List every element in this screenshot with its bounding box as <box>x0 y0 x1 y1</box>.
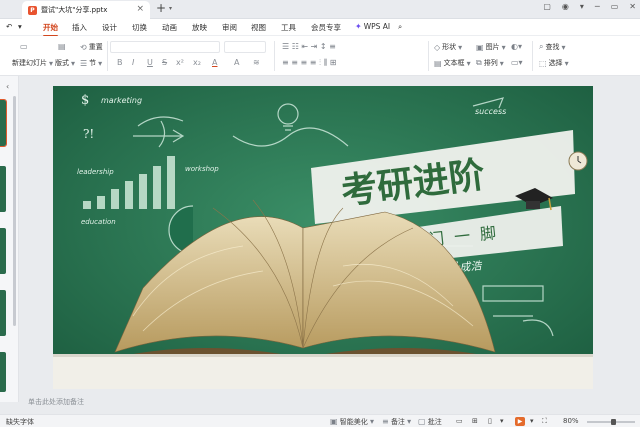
tab-animation[interactable]: 动画 <box>162 22 177 33</box>
new-slide-button[interactable]: 新建幻灯片 ▾ <box>12 58 53 68</box>
superscript-button[interactable]: x² <box>176 58 184 67</box>
comments-button[interactable]: ▢ 批注 <box>418 417 442 427</box>
chalk-word: success <box>475 107 506 116</box>
font-family-select[interactable] <box>110 41 220 53</box>
new-tab-button[interactable]: + <box>156 1 166 15</box>
collapse-panel-icon[interactable]: ‹ <box>6 82 9 91</box>
divider <box>107 41 108 71</box>
tab-slideshow[interactable]: 放映 <box>192 22 207 33</box>
chalk-word: education <box>81 218 116 226</box>
slide-thumbnail[interactable] <box>0 166 6 212</box>
fit-window-icon[interactable]: ⛶ <box>542 417 547 426</box>
document-tab[interactable]: P 暨试"大坑"分享.pptx × <box>22 1 150 19</box>
tab-tools[interactable]: 工具 <box>281 22 296 33</box>
fill-icon[interactable]: ◐▾ <box>511 42 522 51</box>
slide-artwork: $ ?! marketing leadership workshop educa… <box>53 86 593 389</box>
chevron-down-icon[interactable]: ▾ <box>18 22 22 31</box>
minimize-button[interactable]: ─ <box>595 2 600 11</box>
reading-view-icon[interactable]: ▯ <box>488 417 492 425</box>
tab-member[interactable]: 会员专享 <box>311 22 341 33</box>
notes-placeholder[interactable]: 单击此处添加备注 <box>28 397 84 407</box>
bullet-list-icon[interactable]: ☰ ☷ ⇤ ⇥ ↕ ≡ <box>282 42 336 51</box>
ai-sparkle-icon: ✦ <box>355 22 362 31</box>
maximize-button[interactable]: ▭ <box>611 2 619 11</box>
new-slide-icon[interactable]: ▭ <box>20 42 28 51</box>
slide-thumbnail[interactable] <box>0 290 6 336</box>
slide-thumbnail[interactable] <box>0 228 6 274</box>
slide-sorter-icon[interactable]: ⊞ <box>472 417 478 425</box>
chalk-word: leadership <box>77 168 114 176</box>
notes-toggle-button[interactable]: ≡ 备注 ▾ <box>382 417 411 427</box>
font-size-select[interactable] <box>224 41 266 53</box>
close-window-button[interactable]: ✕ <box>629 2 636 11</box>
slide-thumbnail-panel: ‹ <box>0 76 19 402</box>
chevron-down-icon[interactable]: ▾ <box>530 417 534 425</box>
image-button[interactable]: ▣ 图片 ▾ <box>476 42 506 52</box>
divider <box>428 41 429 71</box>
layout-icon[interactable]: ▤ <box>58 42 66 51</box>
presentation-file-icon: P <box>28 5 37 15</box>
smart-beautify-button[interactable]: ▣ 智能美化 ▾ <box>330 417 374 427</box>
svg-text:?!: ?! <box>83 127 94 141</box>
window-controls: ▢ ◉ ▾ ─ ▭ ✕ <box>543 2 636 11</box>
bold-button[interactable]: B <box>117 58 123 67</box>
subscript-button[interactable]: x₂ <box>193 58 201 67</box>
normal-view-icon[interactable]: ▭ <box>456 417 463 425</box>
section-button[interactable]: ☰ 节 ▾ <box>80 58 102 68</box>
thumbnail-scrollbar[interactable] <box>13 96 16 326</box>
divider <box>532 41 533 71</box>
chalk-word: workshop <box>185 165 219 173</box>
search-icon[interactable]: ⌕ <box>398 22 402 32</box>
zoom-level[interactable]: 80% <box>563 417 579 425</box>
undo-icon[interactable]: ↶ <box>6 22 12 31</box>
chevron-down-icon[interactable]: ▾ <box>169 5 172 12</box>
slide-canvas[interactable]: $ ?! marketing leadership workshop educa… <box>53 86 593 389</box>
tab-transition[interactable]: 切换 <box>132 22 147 33</box>
align-icons[interactable]: ≡ ≡ ≡ ≡ ⫶ ⫼ ⊞ <box>282 58 336 68</box>
find-button[interactable]: ⌕ 查找 ▾ <box>539 42 566 52</box>
clock-icon <box>568 151 588 171</box>
reset-button[interactable]: ⟲ 重置 <box>80 42 103 52</box>
play-slideshow-button[interactable]: ▶ <box>515 417 525 426</box>
tab-home[interactable]: 开始 <box>43 22 58 37</box>
slide-thumbnail[interactable] <box>0 99 7 147</box>
chevron-down-icon[interactable]: ▾ <box>580 2 584 11</box>
ribbon-toolbar: ▭ 新建幻灯片 ▾ ▤ 版式 ▾ ⟲ 重置 ☰ 节 ▾ B I U S x² x₂ A A… <box>0 36 640 76</box>
slide-thumbnail[interactable] <box>0 352 6 392</box>
chalk-word: marketing <box>101 96 142 105</box>
shape-button[interactable]: ◇ 形状 ▾ <box>434 42 462 52</box>
close-tab-icon[interactable]: × <box>136 4 144 14</box>
wps-ai-button[interactable]: ✦ WPS AI <box>355 22 390 31</box>
tab-view[interactable]: 视图 <box>251 22 266 33</box>
avatar[interactable]: ◉ <box>562 2 569 11</box>
title-bar: P 暨试"大坑"分享.pptx × + ▾ ▢ ◉ ▾ ─ ▭ ✕ <box>0 0 640 19</box>
svg-text:$: $ <box>81 93 89 108</box>
missing-font-status[interactable]: 缺失字体 <box>6 417 34 427</box>
highlight-button[interactable]: A <box>234 58 239 67</box>
strikethrough-button[interactable]: S <box>162 58 167 67</box>
zoom-slider-handle[interactable] <box>610 419 616 425</box>
status-bar: 缺失字体 ▣ 智能美化 ▾ ≡ 备注 ▾ ▢ 批注 ▭ ⊞ ▯ ▾ ▶ ▾ ⛶ … <box>0 414 640 427</box>
layout-button[interactable]: 版式 ▾ <box>55 58 75 68</box>
tab-review[interactable]: 审阅 <box>222 22 237 33</box>
document-title: 暨试"大坑"分享.pptx <box>41 6 108 14</box>
tab-insert[interactable]: 插入 <box>72 22 87 33</box>
chevron-down-icon[interactable]: ▾ <box>500 417 504 425</box>
wps-ai-label: WPS AI <box>363 22 391 31</box>
menu-bar: ↶ ▾ 开始 插入 设计 切换 动画 放映 审阅 视图 工具 会员专享 ✦ WP… <box>0 19 640 37</box>
textbox-button[interactable]: ▤ 文本框 ▾ <box>434 58 471 68</box>
underline-button[interactable]: U <box>147 58 153 67</box>
divider <box>274 41 275 71</box>
tab-design[interactable]: 设计 <box>102 22 117 33</box>
arrange-button[interactable]: ⧉ 排列 ▾ <box>476 58 504 68</box>
layout-icon[interactable]: ▢ <box>543 2 551 11</box>
font-color-button[interactable]: A <box>212 58 217 67</box>
text-effect-button[interactable]: ≋ <box>253 58 260 67</box>
select-button[interactable]: ⬚ 选择 ▾ <box>539 58 569 68</box>
work-area: ‹ $ ?! marketing leadership workshop edu… <box>0 76 640 414</box>
outline-icon[interactable]: ▭▾ <box>511 58 523 67</box>
italic-button[interactable]: I <box>132 58 134 67</box>
zoom-slider[interactable] <box>587 419 635 425</box>
